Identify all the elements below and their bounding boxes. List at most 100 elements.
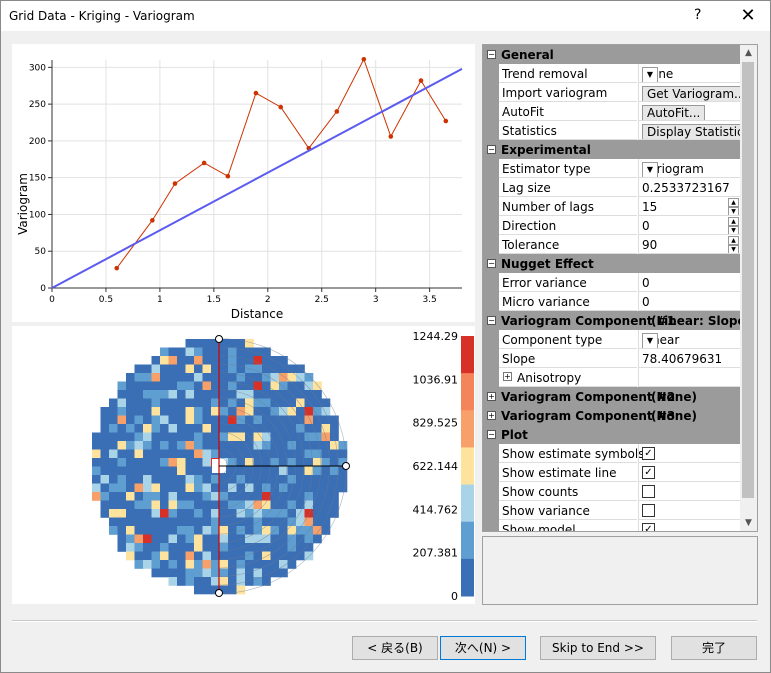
collapse-icon[interactable]: − <box>487 259 496 268</box>
scale-label: 0 <box>451 590 458 603</box>
prop-estimator-type[interactable]: Estimator type Variogram ▼ <box>483 159 741 178</box>
expand-icon[interactable]: + <box>503 372 512 381</box>
category-plot[interactable]: − Plot <box>483 425 740 444</box>
prop-lag-size[interactable]: Lag size 0.2533723167 <box>483 178 741 197</box>
prop-import-variogram[interactable]: Import variogram Get Variogram... <box>483 83 741 102</box>
map-cell <box>202 373 212 382</box>
checkbox-checked[interactable]: ✓ <box>642 523 655 531</box>
map-cell <box>185 398 195 408</box>
map-cell <box>134 492 144 501</box>
map-cell <box>194 347 203 357</box>
prop-trend-removal[interactable]: Trend removal None▼ <box>483 64 741 83</box>
prop-micro-variance[interactable]: Micro variance 0 <box>483 292 741 311</box>
spinner[interactable]: ▲ ▼ <box>728 198 739 215</box>
map-cell <box>160 424 169 433</box>
prop-autofit[interactable]: AutoFit AutoFit... <box>483 102 741 121</box>
get-variogram-button[interactable]: Get Variogram... <box>642 86 741 101</box>
skip-to-end-button[interactable]: Skip to End >> <box>540 636 656 660</box>
map-cell <box>160 526 169 535</box>
map-cell <box>168 390 178 399</box>
collapse-icon[interactable]: − <box>487 50 496 59</box>
chevron-down-icon[interactable]: ▼ <box>642 67 658 82</box>
map-cell <box>287 551 297 561</box>
finish-button[interactable]: 完了 <box>671 636 757 660</box>
prop-show-variance[interactable]: Show variance <box>483 501 741 520</box>
expand-icon[interactable]: + <box>487 392 496 401</box>
map-cell <box>194 356 203 365</box>
map-cell <box>100 500 110 510</box>
checkbox-checked[interactable]: ✓ <box>642 447 655 460</box>
category-variogram-component-3[interactable]: + Variogram Component #3 (None) <box>483 406 740 425</box>
checkbox-unchecked[interactable] <box>642 504 655 517</box>
map-cell <box>219 441 229 450</box>
map-cell <box>330 483 339 493</box>
prop-slope[interactable]: Slope 78.40679631 <box>483 349 741 368</box>
map-cell <box>253 415 263 425</box>
map-cell <box>185 373 195 382</box>
map-cell <box>185 534 195 544</box>
map-cell <box>202 415 212 425</box>
back-button[interactable]: < 戻る(B) <box>352 636 438 660</box>
map-cell <box>126 432 135 442</box>
prop-show-estimate-symbols[interactable]: Show estimate symbols ✓ <box>483 444 741 463</box>
map-cell <box>185 407 195 416</box>
scroll-down-icon[interactable]: ▼ <box>740 515 757 531</box>
map-cell <box>202 466 212 476</box>
category-variogram-component-1[interactable]: − Variogram Component #1 (Linear: Slope=… <box>483 311 757 330</box>
map-cell <box>262 551 271 561</box>
map-cell <box>202 509 212 518</box>
map-cell <box>143 483 152 493</box>
scroll-thumb[interactable] <box>742 62 754 498</box>
expand-icon[interactable]: + <box>487 411 496 420</box>
prop-number-of-lags[interactable]: Number of lags 15 ▲ ▼ <box>483 197 741 216</box>
checkbox-unchecked[interactable] <box>642 485 655 498</box>
close-button[interactable]: ✕ <box>734 3 762 29</box>
collapse-icon[interactable]: − <box>487 430 496 439</box>
autofit-button[interactable]: AutoFit... <box>642 105 706 120</box>
category-general[interactable]: − General <box>483 45 740 64</box>
map-cell <box>296 534 305 544</box>
display-statistics-button[interactable]: Display Statistics... <box>642 124 741 139</box>
map-cell <box>202 543 212 552</box>
map-cell <box>185 364 195 374</box>
checkbox-checked[interactable]: ✓ <box>642 466 655 479</box>
map-cell <box>134 475 144 484</box>
map-cell <box>168 415 178 425</box>
scroll-up-icon[interactable]: ▲ <box>740 45 757 61</box>
prop-error-variance[interactable]: Error variance 0 <box>483 273 741 292</box>
map-cell <box>117 500 127 510</box>
prop-component-type[interactable]: Component type Linear ▼ <box>483 330 741 349</box>
map-cell <box>270 483 280 493</box>
prop-show-model[interactable]: Show model ✓ <box>483 520 740 531</box>
map-cell <box>219 390 229 399</box>
help-button[interactable]: ? <box>694 7 701 23</box>
chevron-down-icon[interactable]: ▼ <box>642 333 658 348</box>
prop-direction[interactable]: Direction 0 ▲ ▼ <box>483 216 741 235</box>
category-experimental[interactable]: − Experimental <box>483 140 740 159</box>
category-nugget-effect[interactable]: − Nugget Effect <box>483 254 740 273</box>
spinner[interactable]: ▲ ▼ <box>728 217 739 234</box>
chevron-down-icon[interactable]: ▼ <box>642 162 658 177</box>
map-cell <box>143 534 152 544</box>
prop-tolerance[interactable]: Tolerance 90 ▲ ▼ <box>483 235 741 254</box>
collapse-icon[interactable]: − <box>487 316 496 325</box>
map-cell <box>262 356 271 365</box>
map-cell <box>160 458 169 467</box>
y-tick-label: 200 <box>29 137 46 147</box>
map-cell <box>270 509 280 518</box>
vertical-scrollbar[interactable]: ▲ ▼ <box>740 45 757 531</box>
prop-show-counts[interactable]: Show counts <box>483 482 741 501</box>
map-cell <box>202 475 212 484</box>
map-cell <box>313 398 322 408</box>
prop-anisotropy[interactable]: + Anisotropy <box>483 368 741 387</box>
prop-show-estimate-line[interactable]: Show estimate line ✓ <box>483 463 741 482</box>
map-cell <box>100 466 110 476</box>
property-grid[interactable]: − General Trend removal None▼ Import var… <box>482 44 758 532</box>
spinner[interactable]: ▲ ▼ <box>728 236 739 253</box>
prop-statistics[interactable]: Statistics Display Statistics... <box>483 121 741 140</box>
next-button[interactable]: 次へ(N) > <box>440 636 526 660</box>
map-cell <box>117 449 127 459</box>
category-variogram-component-2[interactable]: + Variogram Component #2 (None) <box>483 387 740 406</box>
map-cell <box>185 347 195 357</box>
collapse-icon[interactable]: − <box>487 145 496 154</box>
